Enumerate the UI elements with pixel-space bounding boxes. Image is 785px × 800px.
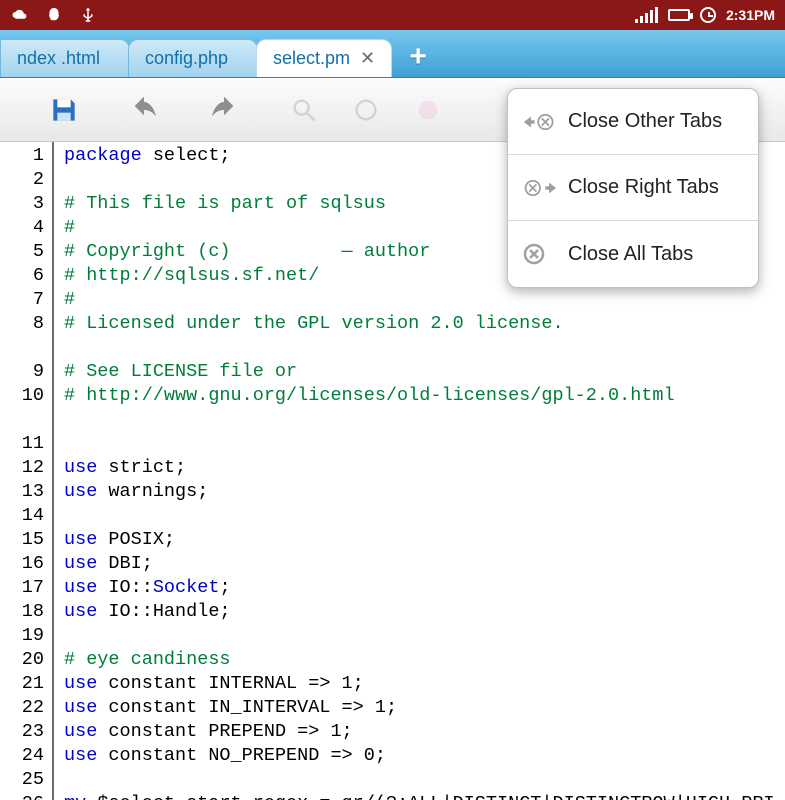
tab-config-php[interactable]: config.php <box>128 39 258 77</box>
line-number: 25 <box>0 768 44 792</box>
line-number <box>0 336 44 360</box>
line-number: 24 <box>0 744 44 768</box>
line-number <box>0 408 44 432</box>
code-line: use IO::Socket; <box>64 576 785 600</box>
add-tab-button[interactable]: + <box>396 37 440 77</box>
clock-text: 2:31PM <box>726 7 775 23</box>
close-tab-icon[interactable]: ✕ <box>360 48 375 69</box>
signal-icon <box>635 7 658 23</box>
line-number: 12 <box>0 456 44 480</box>
code-line: # eye candiness <box>64 648 785 672</box>
search-button[interactable] <box>284 90 324 130</box>
tab-context-menu: Close Other Tabs Close Right Tabs Close … <box>507 88 759 288</box>
code-line: use POSIX; <box>64 528 785 552</box>
color-button[interactable] <box>408 90 448 130</box>
tab-label: select.pm <box>273 48 350 69</box>
menu-item-label: Close All Tabs <box>568 243 693 266</box>
code-line: use constant IN_INTERVAL => 1; <box>64 696 785 720</box>
line-number: 3 <box>0 192 44 216</box>
code-line: # Licensed under the GPL version 2.0 lic… <box>64 312 785 360</box>
line-number: 16 <box>0 552 44 576</box>
battery-icon <box>668 9 690 21</box>
tab-bar: ndex .html config.php select.pm ✕ + <box>0 30 785 78</box>
line-number: 18 <box>0 600 44 624</box>
undo-button[interactable] <box>124 90 164 130</box>
line-number: 20 <box>0 648 44 672</box>
line-number-gutter: 1234567891011121314151617181920212223242… <box>0 142 52 800</box>
code-line: my $select_start_regex = qr/(?:ALL|DISTI… <box>64 792 785 800</box>
line-number: 22 <box>0 696 44 720</box>
line-number: 15 <box>0 528 44 552</box>
line-number: 21 <box>0 672 44 696</box>
code-line: use constant INTERNAL => 1; <box>64 672 785 696</box>
line-number: 7 <box>0 288 44 312</box>
line-number: 23 <box>0 720 44 744</box>
android-debug-icon <box>44 5 64 25</box>
arrow-close-icon <box>522 111 558 133</box>
tab-index-html[interactable]: ndex .html <box>0 39 130 77</box>
code-line: use warnings; <box>64 480 785 504</box>
tab-label: config.php <box>145 48 228 69</box>
cloud-icon <box>10 5 30 25</box>
code-line: # <box>64 288 785 312</box>
save-button[interactable] <box>44 90 84 130</box>
close-other-tabs[interactable]: Close Other Tabs <box>508 89 758 155</box>
tab-label: ndex .html <box>17 48 100 69</box>
code-line <box>64 624 785 648</box>
alarm-icon <box>700 7 716 23</box>
code-line: # http://www.gnu.org/licenses/old-licens… <box>64 384 785 432</box>
line-number: 8 <box>0 312 44 336</box>
line-number: 9 <box>0 360 44 384</box>
line-number: 17 <box>0 576 44 600</box>
line-number: 10 <box>0 384 44 408</box>
code-line: use constant NO_PREPEND => 0; <box>64 744 785 768</box>
line-number: 4 <box>0 216 44 240</box>
line-number: 5 <box>0 240 44 264</box>
menu-item-label: Close Right Tabs <box>568 176 719 199</box>
code-line: use DBI; <box>64 552 785 576</box>
menu-item-label: Close Other Tabs <box>568 110 722 133</box>
code-line: # See LICENSE file or <box>64 360 785 384</box>
line-number: 13 <box>0 480 44 504</box>
line-number: 2 <box>0 168 44 192</box>
redo-button[interactable] <box>204 90 244 130</box>
tab-select-pm[interactable]: select.pm ✕ <box>256 39 392 77</box>
close-right-icon <box>522 177 558 199</box>
line-number: 14 <box>0 504 44 528</box>
close-all-icon <box>522 242 558 266</box>
settings-button[interactable] <box>346 90 386 130</box>
plus-icon: + <box>409 40 427 74</box>
line-number: 11 <box>0 432 44 456</box>
code-line <box>64 768 785 792</box>
code-line <box>64 504 785 528</box>
close-right-tabs[interactable]: Close Right Tabs <box>508 155 758 221</box>
line-number: 19 <box>0 624 44 648</box>
android-status-bar: 2:31PM <box>0 0 785 30</box>
line-number: 6 <box>0 264 44 288</box>
line-number: 26 <box>0 792 44 800</box>
close-all-tabs[interactable]: Close All Tabs <box>508 221 758 287</box>
usb-icon <box>78 5 98 25</box>
code-line: use constant PREPEND => 1; <box>64 720 785 744</box>
line-number: 1 <box>0 144 44 168</box>
code-line: use IO::Handle; <box>64 600 785 624</box>
code-line <box>64 432 785 456</box>
code-line: use strict; <box>64 456 785 480</box>
